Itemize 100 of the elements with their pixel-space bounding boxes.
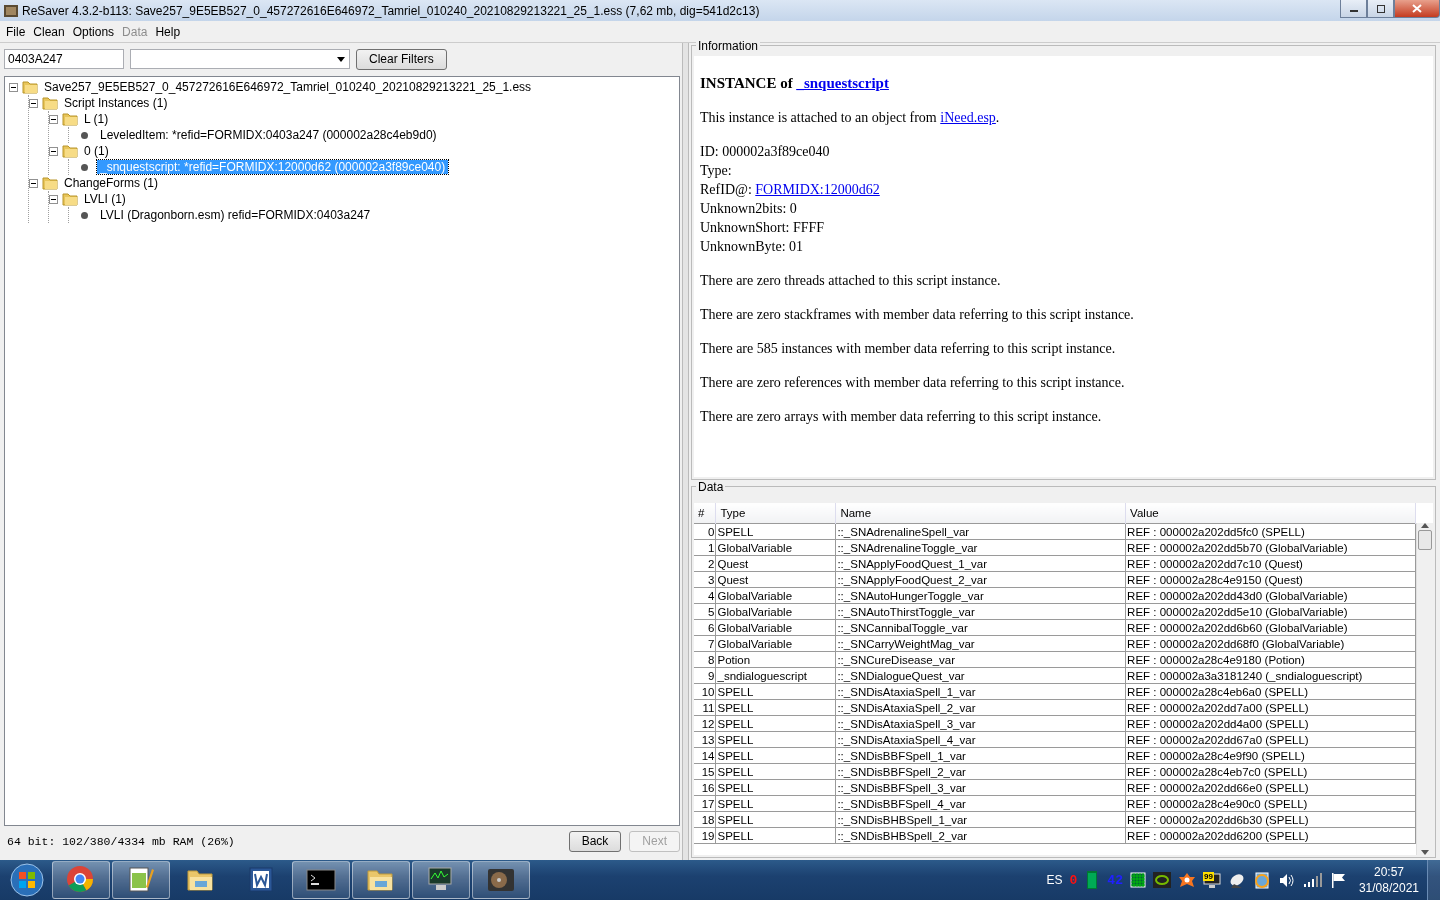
table-cell: REF : 000002a202dd68f0 (GlobalVariable) (1125, 635, 1416, 652)
info-text: There are zero stackframes with member data referring to this script instance. (700, 306, 1135, 324)
table-cell: REF : 000002a202dd4a00 (SPELL) (1125, 715, 1416, 732)
tray-counter[interactable]: 99 (1202, 872, 1214, 881)
expander-icon[interactable] (9, 82, 18, 92)
column-header[interactable]: Value (1125, 503, 1416, 524)
taskbar-button[interactable] (112, 861, 170, 899)
taskbar-button[interactable] (292, 861, 350, 899)
tree-item[interactable]: Script Instances (1) (61, 96, 171, 110)
app-icon (4, 3, 18, 18)
close-button[interactable] (1394, 0, 1440, 18)
expander-icon[interactable] (49, 146, 58, 156)
table-cell: 4 (694, 587, 716, 604)
scroll-thumb[interactable] (1418, 530, 1432, 550)
folder-icon (42, 175, 58, 191)
memory-status: 64 bit: 102/380/4334 mb RAM (26%) (6, 834, 236, 848)
taskbar-button[interactable] (352, 861, 410, 899)
grid-icon[interactable] (1129, 872, 1146, 888)
filter-field[interactable]: 0403A247 (4, 49, 124, 69)
flag-icon[interactable] (1329, 871, 1346, 889)
table-cell: ::_SNDisBBFSpell_2_var (835, 763, 1126, 780)
table-cell: 11 (694, 699, 716, 716)
table-cell: ::_SNApplyFoodQuest_2_var (835, 571, 1126, 588)
table-cell: GlobalVariable (716, 635, 836, 652)
link[interactable]: _snquestscript (796, 75, 889, 91)
table-cell: ::_SNDisAtaxiaSpell_3_var (835, 715, 1126, 732)
clear-filters-button[interactable]: Clear Filters (356, 48, 447, 70)
expander-icon[interactable] (49, 114, 58, 124)
table-cell: REF : 000002a202dd6200 (SPELL) (1125, 827, 1416, 844)
table-cell: 6 (694, 619, 716, 636)
tree-item[interactable]: LVLI (1) (81, 192, 129, 206)
column-header[interactable]: # (694, 503, 716, 524)
table-cell: REF : 000002a202dd5fc0 (SPELL) (1125, 523, 1416, 540)
table-cell: ::_SNDisBBFSpell_3_var (835, 779, 1126, 796)
scrollbar[interactable] (1416, 523, 1433, 855)
bullet-icon (81, 131, 88, 139)
clock-date[interactable]: 31/08/2021 (1358, 880, 1419, 896)
language-indicator[interactable]: ES (1046, 873, 1063, 887)
link[interactable]: iNeed.esp (940, 110, 996, 125)
table-cell: SPELL (716, 523, 836, 540)
table-cell: 12 (694, 715, 716, 732)
info-text: There are 585 instances with member data referring to this script instance. (700, 340, 1117, 358)
table-cell: 3 (694, 571, 716, 588)
tree-item[interactable]: Save257_9E5EB527_0_457272616E646972_Tamriel_010240_20210829213221_25_1.ess (41, 80, 535, 94)
folder-icon (42, 95, 58, 111)
table-cell: ::_SNApplyFoodQuest_1_var (835, 555, 1126, 572)
signal-icon[interactable] (1302, 872, 1323, 888)
tree-item[interactable]: LVLI (Dragonborn.esm) refid=FORMIDX:0403a247 (97, 208, 374, 222)
table-cell: REF : 000002a202dd5e10 (GlobalVariable) (1125, 603, 1416, 620)
taskbar-button[interactable] (472, 861, 530, 899)
update-icon[interactable] (1252, 871, 1271, 889)
tree-item[interactable]: LeveledItem: *refid=FORMIDX:0403a247 (000002a28c4eb9d0) (97, 128, 440, 142)
column-header[interactable]: Name (835, 503, 1126, 524)
table-cell: 17 (694, 795, 716, 812)
menu-item[interactable]: Help (151, 24, 185, 39)
table-cell: GlobalVariable (716, 619, 836, 636)
table-cell: REF : 000002a202dd43d0 (GlobalVariable) (1125, 587, 1416, 604)
table-cell: 5 (694, 603, 716, 620)
table-cell: REF : 000002a28c4e90c0 (SPELL) (1125, 795, 1416, 812)
table-cell: SPELL (716, 747, 836, 764)
expander-icon[interactable] (29, 178, 38, 188)
expander-icon[interactable] (49, 194, 58, 204)
table-cell: REF : 000002a28c4e9150 (Quest) (1125, 571, 1416, 588)
table-cell: 2 (694, 555, 716, 572)
link[interactable]: FORMIDX:12000d62 (755, 182, 880, 197)
info-text: RefID@: FORMIDX:12000d62 (700, 181, 881, 199)
column-header[interactable]: Type (716, 503, 836, 524)
caret-icon (337, 56, 345, 62)
menu-item[interactable]: Clean (29, 24, 69, 39)
table-cell: ::_SNDisBBFSpell_1_var (835, 747, 1126, 764)
table-cell: 15 (694, 763, 716, 780)
show-desktop-button[interactable] (1427, 860, 1440, 900)
table-cell: REF : 000002a202dd7a00 (SPELL) (1125, 699, 1416, 716)
minimize-button[interactable] (1340, 0, 1367, 18)
scroll-down-icon[interactable] (1421, 850, 1429, 855)
tree-item[interactable]: L (1) (81, 112, 112, 126)
table-cell: 7 (694, 635, 716, 652)
nav-button[interactable]: Back (568, 830, 622, 852)
info-text: UnknownByte: 01 (700, 238, 805, 256)
table-cell: SPELL (716, 715, 836, 732)
table-cell: 9 (694, 667, 716, 684)
menu-item[interactable]: Options (68, 24, 119, 39)
table-cell: GlobalVariable (716, 539, 836, 556)
expander-icon[interactable] (29, 98, 38, 108)
table-cell: ::_SNAdrenalineToggle_var (835, 539, 1126, 556)
table-cell: Quest (716, 555, 836, 572)
taskbar-button[interactable] (52, 861, 110, 899)
clock-time[interactable]: 20:57 (1373, 864, 1404, 880)
folder-icon (22, 79, 38, 95)
eye-icon[interactable] (1152, 872, 1171, 888)
tree-item[interactable]: ChangeForms (1) (61, 176, 162, 190)
scroll-up-icon[interactable] (1421, 523, 1429, 528)
splat-icon[interactable] (1177, 872, 1196, 888)
table-cell: SPELL (716, 811, 836, 828)
tree-item[interactable]: 0 (1) (81, 144, 112, 158)
maximize-button[interactable] (1367, 0, 1394, 18)
taskbar-button[interactable] (412, 861, 470, 899)
menu-item[interactable]: File (2, 24, 30, 39)
table-cell: 18 (694, 811, 716, 828)
table-cell: ::_SNCureDisease_var (835, 651, 1126, 668)
